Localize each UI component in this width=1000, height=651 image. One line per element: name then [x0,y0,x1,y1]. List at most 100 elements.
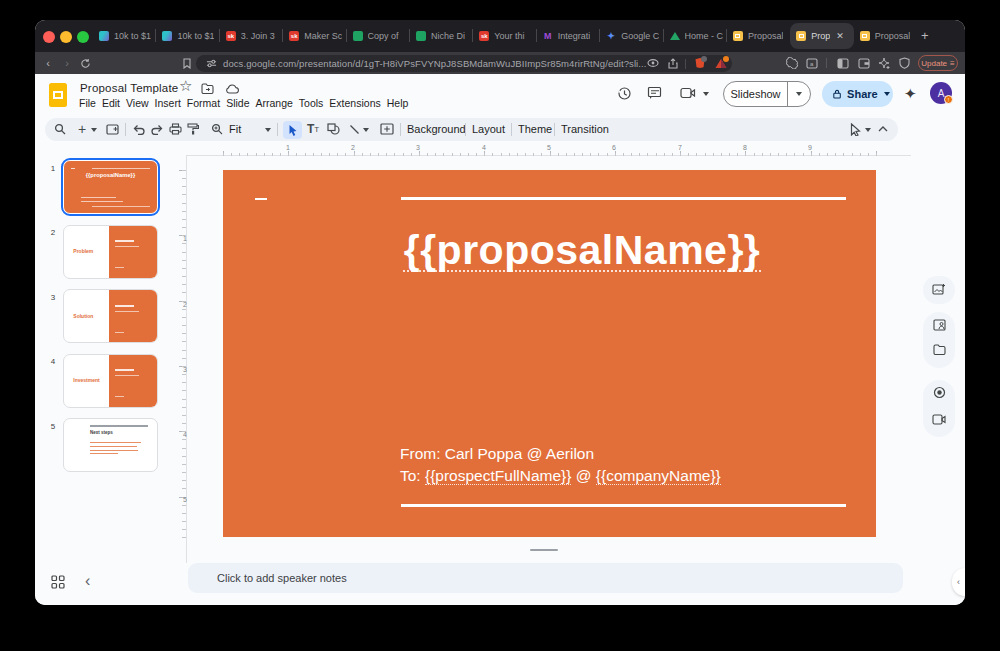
menu-help[interactable]: Help [387,97,409,109]
document-title[interactable]: Proposal Template [80,82,178,94]
shapes-icon[interactable] [325,118,341,142]
filmstrip-collapse-icon[interactable]: ‹ [85,572,90,590]
wallet-icon[interactable] [857,52,871,74]
menu-tools[interactable]: Tools [299,97,324,109]
print-icon[interactable] [167,118,183,142]
slide-thumbnail-1[interactable]: {{proposalName}} [63,160,158,214]
browser-tab[interactable]: MIntegrati [537,23,600,49]
slideshow-caret-icon [788,92,810,96]
theme-button[interactable]: Theme [518,118,552,142]
browser-tab[interactable]: sk3. Join 3 [220,23,283,49]
camera-panel-icon[interactable] [923,414,955,425]
menu-format[interactable]: Format [187,97,220,109]
slides-app-icon[interactable] [49,83,67,107]
slide-thumbnail-5[interactable]: Next steps [63,418,158,472]
comments-icon[interactable] [647,86,662,100]
cloud-status-icon[interactable] [225,84,239,94]
browser-tab[interactable]: Home - C [664,23,727,49]
add-slide-icon[interactable]: + [75,118,89,142]
record-icon[interactable] [923,386,955,399]
slideshow-button[interactable]: Slideshow [723,81,811,107]
browser-tab-active[interactable]: Prop✕ [790,23,853,49]
url-input[interactable]: docs.google.com/presentation/d/1gT-H8iVP… [196,55,732,73]
browser-tab[interactable]: skYour thi [473,23,536,49]
menu-insert[interactable]: Insert [155,97,181,109]
drive-favicon [670,31,680,41]
folder-panel-icon[interactable] [923,344,955,355]
leo-sparkle-icon[interactable] [877,52,891,74]
paint-format-icon[interactable] [185,118,201,142]
menu-view[interactable]: View [126,97,149,109]
layout-button[interactable]: Layout [472,118,505,142]
search-menus-icon[interactable] [52,118,68,142]
menu-slide[interactable]: Slide [226,97,249,109]
select-tool-button[interactable] [283,121,302,139]
slide-thumbnail-3[interactable]: Solution [63,289,158,343]
tab-close-icon[interactable]: ✕ [836,31,844,41]
sidebar-icon[interactable] [836,52,850,74]
meet-camera-icon[interactable] [680,87,696,99]
browser-tab[interactable]: Niche Di [410,23,473,49]
notes-resize-handle[interactable] [530,549,558,552]
update-button[interactable]: Update≡ [918,55,958,71]
menu-file[interactable]: File [79,97,96,109]
bookmark-icon[interactable] [180,52,194,74]
browser-tab[interactable]: ✦Google C [600,23,663,49]
browser-tab[interactable]: Proposal [727,23,790,49]
site-settings-icon[interactable] [204,55,218,73]
slide-fromto-text[interactable]: From: Carl Poppa @ Aerilon To: {{prospec… [400,443,721,486]
window-zoom-button[interactable] [77,31,89,43]
share-page-icon[interactable] [666,55,680,73]
reload-icon[interactable] [78,52,92,74]
privacy-shield-icon[interactable] [897,52,911,74]
window-minimize-button[interactable] [60,31,72,43]
to-line: To: {{prospectFullName}} @ {{companyName… [400,465,721,487]
zoom-icon[interactable] [209,118,225,142]
leo-ai-icon[interactable] [646,55,660,73]
gemini-sparkle-icon[interactable]: ✦ [904,85,917,103]
sidebar-expand-icon[interactable]: ‹ [952,568,965,596]
brave-shield-icon[interactable] [692,55,708,73]
adblock-icon[interactable] [713,55,729,73]
speaker-notes-input[interactable]: Click to add speaker notes [188,563,903,593]
star-icon[interactable]: ☆ [179,77,192,95]
rewards-icon[interactable] [785,52,799,74]
text-box-icon[interactable]: TT [305,118,321,142]
menu-edit[interactable]: Edit [102,97,120,109]
new-tab-button[interactable]: + [921,28,929,44]
version-history-icon[interactable] [617,86,632,101]
share-button[interactable]: Share [822,81,893,107]
line-tool-icon[interactable] [346,118,362,142]
slide-thumbnail-4[interactable]: Investment [63,354,158,408]
move-folder-icon[interactable] [201,83,214,94]
browser-tab[interactable]: Proposal [854,23,917,49]
meet-caret-icon[interactable] [703,92,709,96]
menu-extensions[interactable]: Extensions [329,97,380,109]
search-tabs-icon[interactable]: a [805,52,819,74]
zoom-select[interactable]: Fit [229,118,241,142]
undo-icon[interactable] [130,118,146,142]
browser-tab[interactable]: skMaker Sc [283,23,346,49]
background-button[interactable]: Background [407,118,466,142]
forward-icon[interactable]: › [60,52,74,74]
collapse-toolbar-icon[interactable] [875,118,891,142]
browser-tab[interactable]: 10k to $1 [93,23,156,49]
window-close-button[interactable] [43,31,55,43]
redo-icon[interactable] [149,118,165,142]
input-tools-icon[interactable] [847,118,863,142]
m-favicon: M [543,31,553,41]
slide-bottom-rule [401,504,846,507]
image-placeholder-icon[interactable] [923,319,955,331]
menu-arrange[interactable]: Arrange [255,97,292,109]
slide-canvas[interactable]: {{proposalName}} From: Carl Poppa @ Aeri… [223,170,876,537]
grid-view-icon[interactable] [51,575,65,589]
slide-title[interactable]: {{proposalName}} [392,227,772,274]
slide-thumbnail-2[interactable]: Problem [63,225,158,279]
insert-image-icon[interactable] [378,118,396,142]
insert-image-panel-icon[interactable] [923,283,955,295]
browser-tab[interactable]: 10k to $1 [156,23,219,49]
back-icon[interactable]: ‹ [41,52,55,74]
new-slide-layout-icon[interactable] [104,118,120,142]
transition-button[interactable]: Transition [561,118,609,142]
browser-tab[interactable]: Copy of [347,23,410,49]
